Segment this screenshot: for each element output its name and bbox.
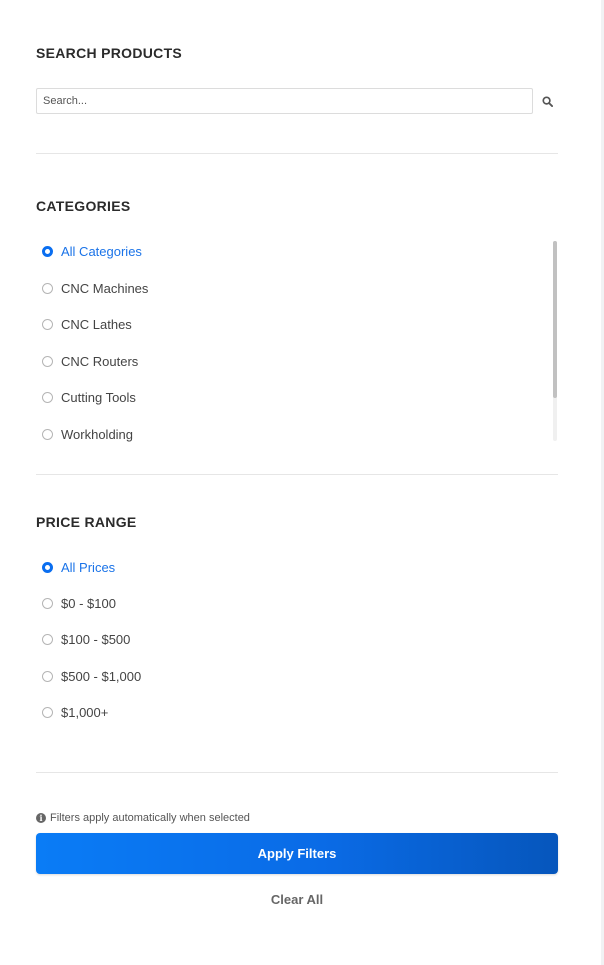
- price-option-label: $100 - $500: [61, 631, 131, 647]
- categories-section-title: CATEGORIES: [36, 198, 131, 214]
- price-option-label: $1,000+: [61, 704, 109, 720]
- search-icon: [542, 95, 553, 107]
- category-option-label: Cutting Tools: [61, 389, 136, 405]
- price-option-0-100[interactable]: $0 - $100: [42, 594, 116, 612]
- radio-icon[interactable]: [42, 391, 53, 403]
- radio-icon[interactable]: [42, 597, 53, 609]
- radio-icon[interactable]: [42, 670, 53, 682]
- price-option-all[interactable]: All Prices: [42, 558, 115, 576]
- radio-checked-icon[interactable]: [42, 245, 53, 257]
- radio-icon[interactable]: [42, 282, 53, 294]
- search-bar: [36, 88, 558, 114]
- price-option-label: $500 - $1,000: [61, 668, 142, 684]
- category-option-cnc-machines[interactable]: CNC Machines: [42, 279, 148, 297]
- categories-scrollbar[interactable]: [553, 241, 557, 441]
- category-option-label: CNC Lathes: [61, 316, 132, 332]
- scrollbar-thumb[interactable]: [553, 241, 557, 398]
- category-option-label: CNC Routers: [61, 353, 139, 369]
- radio-icon[interactable]: [42, 428, 53, 440]
- price-option-label: $0 - $100: [61, 595, 116, 611]
- category-option-label: CNC Machines: [61, 280, 149, 296]
- price-option-label: All Prices: [61, 559, 116, 575]
- category-option-cnc-routers[interactable]: CNC Routers: [42, 352, 138, 370]
- divider: [36, 474, 558, 475]
- radio-checked-icon[interactable]: [42, 561, 53, 573]
- divider: [36, 772, 558, 773]
- radio-icon[interactable]: [42, 706, 53, 718]
- radio-icon[interactable]: [42, 355, 53, 367]
- apply-filters-button[interactable]: Apply Filters: [36, 833, 558, 874]
- filters-info: i Filters apply automatically when selec…: [36, 811, 250, 825]
- category-option-label: All Categories: [61, 243, 142, 259]
- radio-icon[interactable]: [42, 633, 53, 645]
- price-section-title: PRICE RANGE: [36, 514, 137, 530]
- divider: [36, 153, 558, 154]
- category-option-label: Workholding: [61, 426, 134, 442]
- clear-all-button[interactable]: Clear All: [36, 892, 558, 910]
- category-option-all[interactable]: All Categories: [42, 242, 142, 260]
- search-input[interactable]: [36, 88, 533, 114]
- search-section-title: SEARCH PRODUCTS: [36, 45, 183, 61]
- category-option-workholding[interactable]: Workholding: [42, 425, 133, 443]
- price-option-100-500[interactable]: $100 - $500: [42, 630, 130, 648]
- category-option-cnc-lathes[interactable]: CNC Lathes: [42, 315, 132, 333]
- info-icon: i: [36, 813, 46, 823]
- price-option-1000-plus[interactable]: $1,000+: [42, 703, 108, 721]
- radio-icon[interactable]: [42, 318, 53, 330]
- category-option-cutting-tools[interactable]: Cutting Tools: [42, 388, 136, 406]
- info-text: Filters apply automatically when selecte…: [50, 812, 250, 824]
- price-option-500-1000[interactable]: $500 - $1,000: [42, 667, 141, 685]
- search-button[interactable]: [537, 88, 558, 114]
